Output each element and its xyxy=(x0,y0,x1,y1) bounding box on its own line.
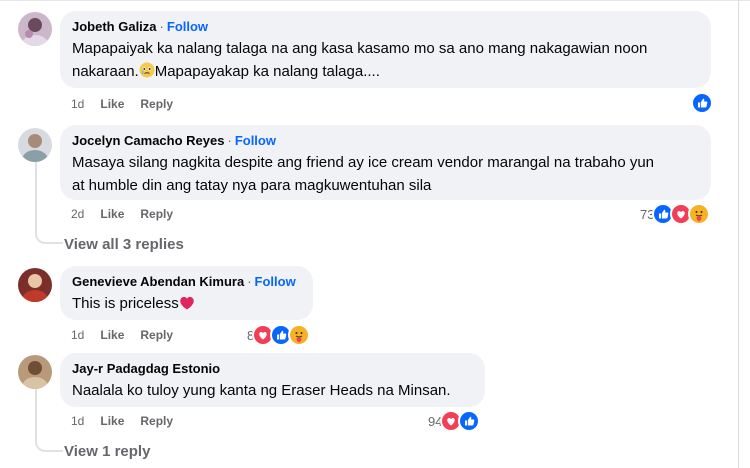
comment-time[interactable]: 1d xyxy=(71,97,84,111)
comment-header: Jobeth Galiza · Follow xyxy=(72,19,699,35)
comment-actions: 2d Like Reply xyxy=(71,206,189,222)
thread-curve xyxy=(35,228,63,244)
reaction-summary[interactable]: 8 xyxy=(247,324,311,346)
reply-button[interactable]: Reply xyxy=(140,328,173,342)
avatar[interactable] xyxy=(18,128,52,162)
reaction-summary[interactable]: 94 xyxy=(428,410,481,432)
follow-button[interactable]: Follow xyxy=(255,274,296,289)
care-reaction-icon xyxy=(288,324,311,346)
author-name[interactable]: Jay-r Padagdag Estonio xyxy=(72,361,220,376)
thread-line xyxy=(35,162,37,228)
comment-text-fragment: This is priceless xyxy=(72,295,179,312)
separator-dot: · xyxy=(247,274,252,289)
comment-text: Naalala ko tuloy yung kanta ng Eraser He… xyxy=(72,382,451,399)
separator-dot: · xyxy=(227,133,232,148)
author-name[interactable]: Jobeth Galiza xyxy=(72,19,157,34)
avatar[interactable] xyxy=(18,268,52,302)
comment-text-line: at humble din ang tatay nya para magkuwe… xyxy=(72,177,432,194)
comment-time[interactable]: 1d xyxy=(71,414,84,428)
comment-text-fragment: nakaraan. xyxy=(72,63,139,80)
reply-button[interactable]: Reply xyxy=(140,97,173,111)
thread-curve xyxy=(35,436,63,452)
comment-bubble: Jay-r Padagdag Estonio Naalala ko tuloy … xyxy=(60,353,485,407)
like-button[interactable]: Like xyxy=(100,328,124,342)
comment-bubble: Jocelyn Camacho Reyes · Follow Masaya sila… xyxy=(60,125,711,200)
scrollbar-track[interactable] xyxy=(738,0,739,468)
care-reaction-icon xyxy=(688,203,711,225)
comment-text-line: nakaraan. Mapapayakap ka nalang talaga...… xyxy=(72,60,699,85)
comment-actions: 1d Like Reply xyxy=(71,413,189,429)
reply-button[interactable]: Reply xyxy=(140,414,173,428)
comment-text: This is priceless xyxy=(72,292,301,317)
red-heart-emoji-icon xyxy=(179,294,195,317)
comment-text-line: Masaya silang nagkita despite ang friend… xyxy=(72,154,655,171)
view-replies-link[interactable]: View all 3 replies xyxy=(64,236,184,253)
reaction-summary[interactable] xyxy=(691,92,713,114)
comment-actions: 1d Like Reply xyxy=(71,96,189,112)
reply-button[interactable]: Reply xyxy=(140,207,173,221)
reaction-summary[interactable]: 73 xyxy=(640,203,711,225)
author-name[interactable]: Jocelyn Camacho Reyes xyxy=(72,133,224,148)
view-replies-link[interactable]: View 1 reply xyxy=(64,443,150,460)
like-button[interactable]: Like xyxy=(100,97,124,111)
avatar[interactable] xyxy=(18,12,52,46)
comment-time[interactable]: 2d xyxy=(71,207,84,221)
avatar[interactable] xyxy=(18,355,52,389)
comment-text: Mapapaiyak ka nalang talaga na ang kasa … xyxy=(72,37,699,85)
follow-button[interactable]: Follow xyxy=(235,133,276,148)
author-name[interactable]: Genevieve Abendan Kimura xyxy=(72,274,244,289)
comment-text-line: Mapapaiyak ka nalang talaga na ang kasa … xyxy=(72,40,648,57)
comment-bubble: Jobeth Galiza · Follow Mapapaiyak ka nalan… xyxy=(60,11,711,88)
separator-dot: · xyxy=(159,19,164,34)
thread-line xyxy=(35,388,37,436)
comment-time[interactable]: 1d xyxy=(71,328,84,342)
comment-header: Genevieve Abendan Kimura · Follow xyxy=(72,274,301,290)
like-reaction-icon xyxy=(458,410,481,432)
comment-actions: 1d Like Reply xyxy=(71,327,189,343)
crying-face-emoji-icon xyxy=(139,62,155,85)
comment-bubble: Genevieve Abendan Kimura · Follow This is … xyxy=(60,266,313,320)
comment-header: Jocelyn Camacho Reyes · Follow xyxy=(72,133,699,149)
like-button[interactable]: Like xyxy=(100,207,124,221)
follow-button[interactable]: Follow xyxy=(167,19,208,34)
comment-text: Masaya silang nagkita despite ang friend… xyxy=(72,151,699,197)
top-divider xyxy=(0,0,750,1)
comment-header: Jay-r Padagdag Estonio xyxy=(72,361,473,377)
like-reaction-icon xyxy=(691,92,713,114)
like-button[interactable]: Like xyxy=(100,414,124,428)
comment-text-fragment: Mapapayakap ka nalang talaga.... xyxy=(154,63,380,80)
